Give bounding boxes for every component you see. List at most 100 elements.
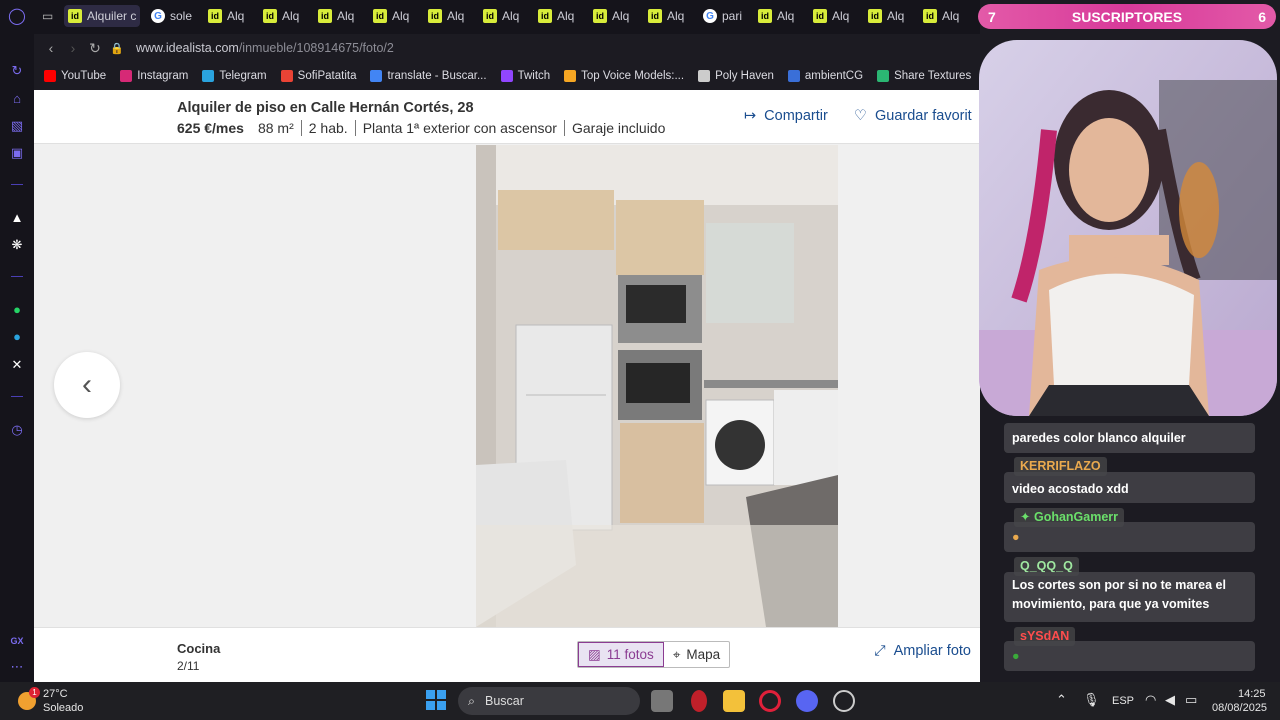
home-icon[interactable]: ⌂ (8, 90, 26, 108)
bookmark-icon (120, 70, 133, 82)
chevron-up-icon[interactable]: ⌃ (1056, 692, 1067, 708)
bookmark-label: Telegram (219, 70, 267, 82)
tab[interactable]: id Alq (479, 5, 529, 27)
more-icon[interactable]: ⋯ (8, 658, 26, 676)
address-bar: ‹ › ↻ 🔒 www.idealista.com/inmueble/10891… (34, 34, 980, 62)
tab[interactable]: id Alq (204, 5, 254, 27)
taskbar-search[interactable]: ⌕ Buscar (458, 687, 640, 715)
bookmark-item[interactable]: Share Textures (877, 70, 971, 82)
aria-icon[interactable]: ▲ (8, 209, 26, 227)
reload-icon[interactable]: ↻ (84, 40, 106, 57)
tab-label: Alq (282, 9, 300, 23)
search-placeholder: Buscar (485, 694, 524, 708)
m-app-icon[interactable]: ▣ (8, 144, 26, 162)
photos-tab[interactable]: ▨ 11 fotos (578, 642, 664, 667)
opera-gx-icon[interactable] (759, 690, 781, 712)
lock-icon: 🔒 (110, 42, 124, 55)
bookmark-label: Instagram (137, 70, 189, 82)
tab[interactable]: id Alq (919, 5, 969, 27)
bookmark-label: Top Voice Models:... (581, 70, 685, 82)
forward-icon[interactable]: › (62, 40, 84, 56)
map-tab[interactable]: ⌖ Mapa (664, 642, 729, 667)
idealista-icon: id (318, 9, 332, 23)
listing-title: Alquiler de piso en Calle Hernán Cortés,… (177, 100, 474, 116)
chatgpt-icon[interactable]: ❋ (8, 236, 26, 254)
bookmark-label: ambientCG (804, 70, 864, 82)
tab[interactable]: id Alq (259, 5, 309, 27)
expand-icon: ⤢ (874, 643, 886, 659)
map-pin-icon: ⌖ (672, 646, 681, 662)
tab[interactable]: id Alq (369, 5, 419, 27)
bookmark-item[interactable]: SofiPatatita (280, 70, 356, 82)
idealista-icon: id (483, 9, 497, 23)
telegram-icon[interactable]: ● (8, 328, 26, 346)
chat-message: ● (1004, 641, 1255, 671)
tab[interactable]: id Alquiler c (64, 5, 140, 27)
map-tab-label: Mapa (686, 647, 721, 662)
chat-message: ● (1004, 522, 1255, 552)
room-name: Cocina (177, 641, 221, 656)
battery-icon[interactable]: ▭ (1185, 692, 1197, 708)
view-switch: ▨ 11 fotos ⌖ Mapa (577, 641, 731, 668)
google-icon: G (151, 9, 165, 23)
tab[interactable]: id Alq (864, 5, 914, 27)
previous-photo-button[interactable]: ‹ (54, 352, 120, 418)
bookmark-item[interactable]: Top Voice Models:... (564, 70, 684, 82)
app-icon[interactable] (833, 690, 855, 712)
bookmark-item[interactable]: ambientCG (787, 70, 864, 82)
wifi-icon[interactable]: ◠ (1145, 692, 1156, 708)
tab[interactable]: id Alq (644, 5, 694, 27)
opera-logo-icon[interactable]: ◯ (8, 8, 26, 26)
idealista-page: Alquiler de piso en Calle Hernán Cortés,… (34, 90, 980, 682)
app-red-icon[interactable] (691, 690, 707, 712)
speed-dial-icon[interactable]: ↻ (8, 62, 26, 80)
kitchen-photo[interactable] (476, 145, 838, 627)
tab-label: Alq (447, 9, 465, 23)
tab-label: pari (722, 9, 743, 23)
volume-icon[interactable]: ◀ (1165, 692, 1175, 708)
subscribers-bar: 7 SUSCRIPTORES 6 (978, 4, 1276, 29)
url-field[interactable]: www.idealista.com/inmueble/108914675/fot… (136, 41, 394, 55)
windows-start-icon[interactable] (426, 690, 446, 710)
whatsapp-icon[interactable]: ● (8, 301, 26, 319)
share-button[interactable]: ↦ Compartir (744, 108, 828, 124)
enlarge-photo-button[interactable]: ⤢ Ampliar foto (874, 643, 971, 659)
history-icon[interactable]: ◷ (8, 421, 26, 439)
tab[interactable]: Gpari (699, 5, 749, 27)
microphone-icon[interactable]: 🎙 (1083, 692, 1100, 708)
bookmark-item[interactable]: translate - Buscar... (370, 70, 487, 82)
tab[interactable]: id Alq (754, 5, 804, 27)
bookmark-item[interactable]: Twitch (500, 70, 550, 82)
bookmark-icon (370, 70, 383, 82)
google-icon: G (703, 9, 717, 23)
idealista-icon: id (813, 9, 827, 23)
weather-temp[interactable]: 27°C (43, 688, 68, 700)
tab[interactable]: Gsole (147, 5, 197, 27)
tab[interactable]: id Alq (534, 5, 584, 27)
back-icon[interactable]: ‹ (40, 40, 62, 56)
bookmark-item[interactable]: Telegram (202, 70, 267, 82)
save-favorite-button[interactable]: ♡ Guardar favorit (854, 108, 972, 124)
tab[interactable]: id Alq (589, 5, 639, 27)
listing-meta: 625 €/mes 88 m² 2 hab. Planta 1ª exterio… (177, 120, 665, 136)
discord-icon[interactable] (796, 690, 818, 712)
tab[interactable]: id Alq (424, 5, 474, 27)
bookmark-item[interactable]: YouTube (44, 70, 106, 82)
bookmark-icon (44, 70, 56, 82)
tab-menu-icon[interactable]: ▭ (42, 9, 53, 23)
idealista-icon: id (923, 9, 937, 23)
bookmark-icon (877, 70, 890, 82)
clock-time[interactable]: 14:25 (1238, 688, 1266, 700)
task-view-icon[interactable] (651, 690, 673, 712)
search-icon: ⌕ (468, 693, 476, 708)
tab[interactable]: id Alq (314, 5, 364, 27)
file-explorer-icon[interactable] (723, 690, 745, 712)
url-path: /inmueble/108914675/foto/2 (238, 41, 394, 55)
bookmark-item[interactable]: Poly Haven (698, 70, 774, 82)
tab[interactable]: id Alq (809, 5, 859, 27)
chat-text: Los cortes son por si no te marea el mov… (1012, 578, 1226, 611)
language-indicator[interactable]: ESP (1112, 695, 1134, 707)
bookmark-item[interactable]: Instagram (120, 70, 188, 82)
news-icon[interactable]: ▧ (8, 117, 26, 135)
x-icon[interactable]: ✕ (8, 356, 26, 374)
